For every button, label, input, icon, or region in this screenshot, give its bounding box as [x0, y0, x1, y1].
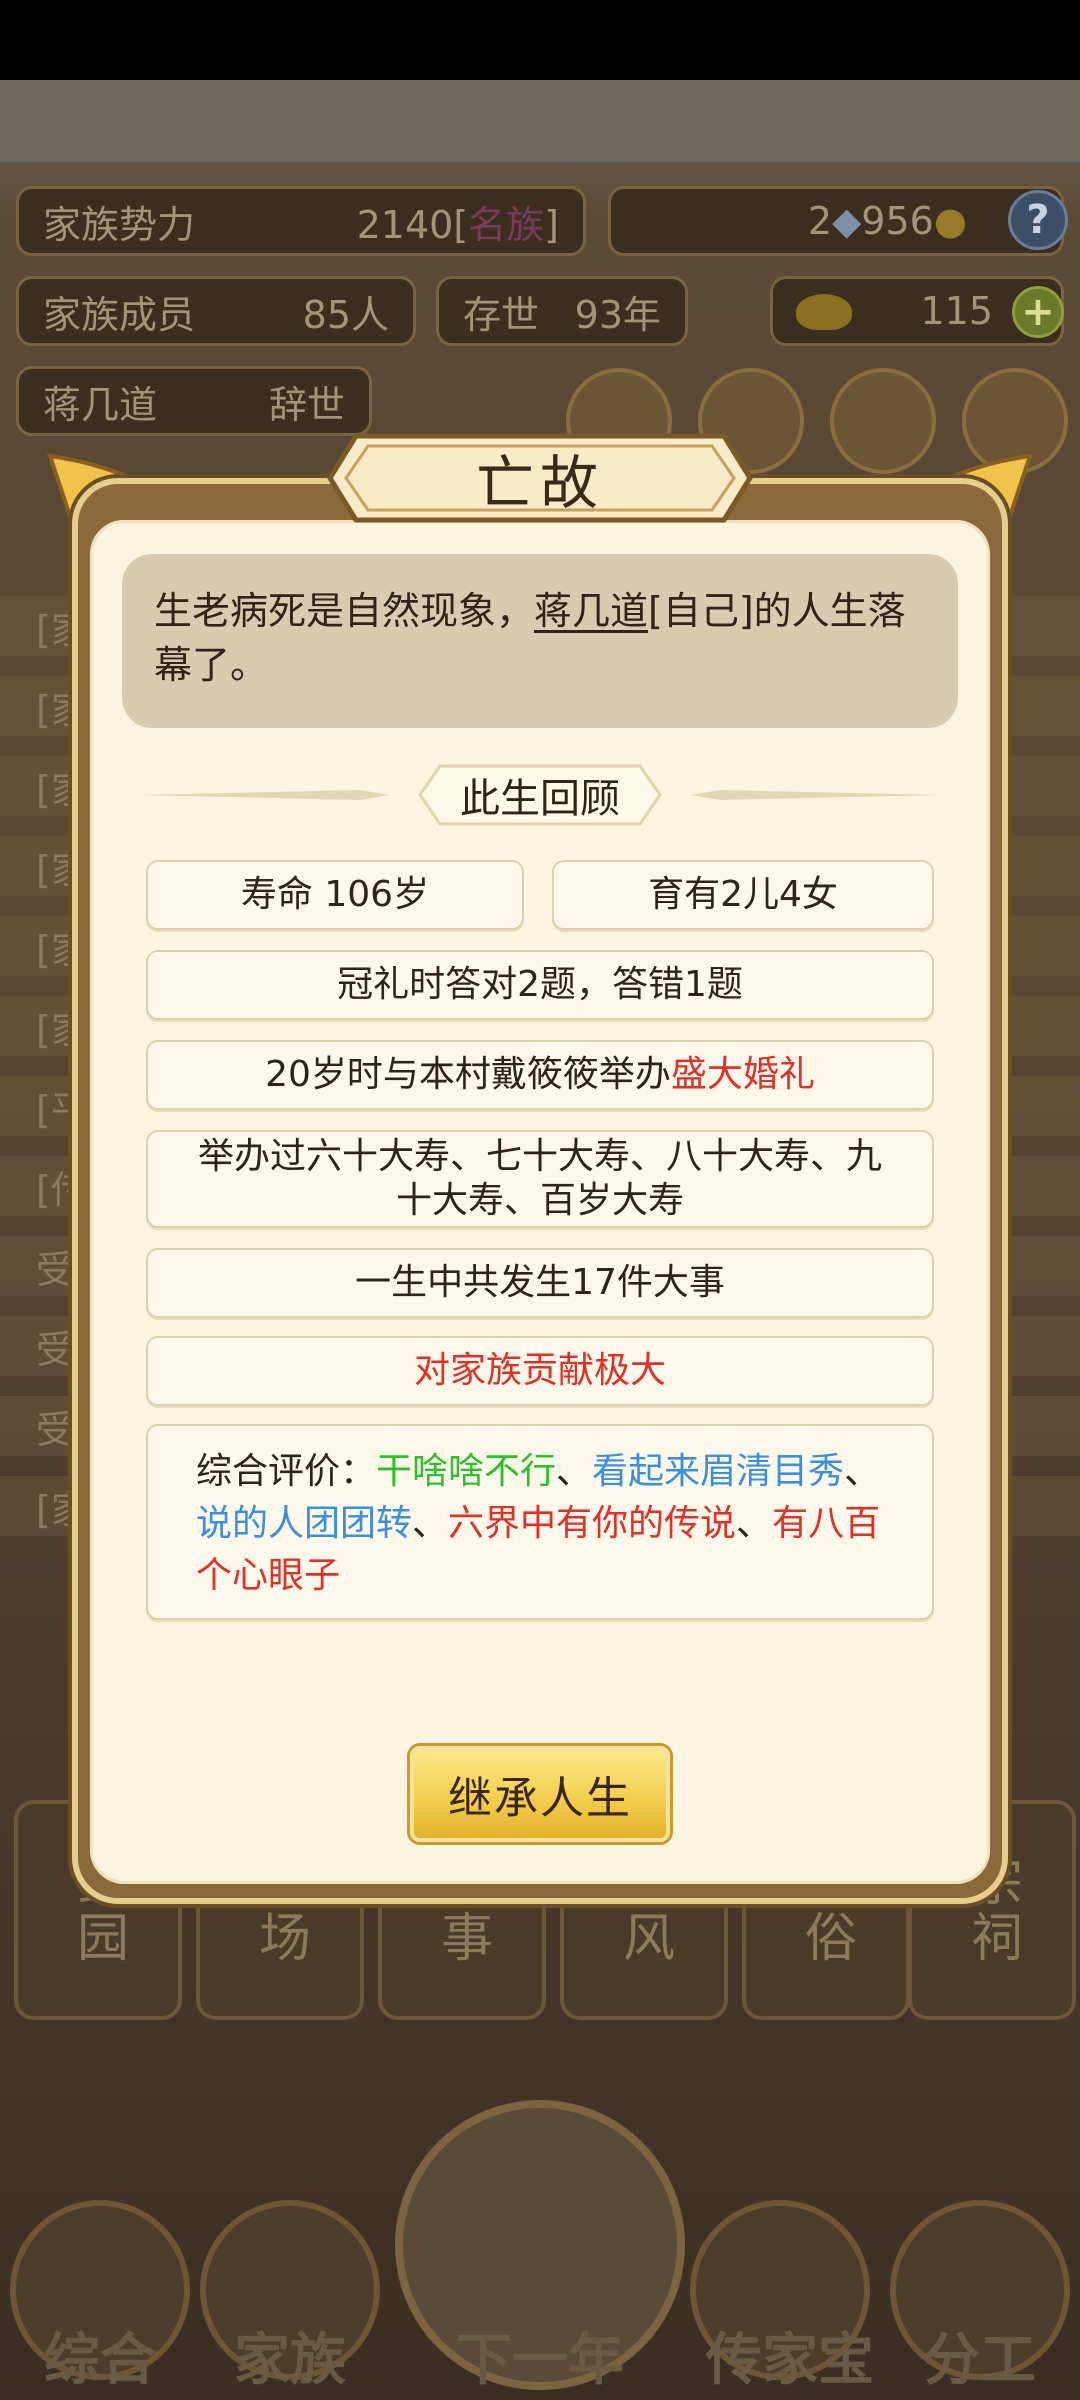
currency-value-group: 2◆956●: [808, 199, 967, 243]
gold-ingot-icon: [796, 294, 852, 330]
marriage-text: 20岁时与本村戴筱筱举办: [265, 1054, 671, 1095]
family-members-value: 85人: [302, 292, 389, 337]
survival-label: 存世: [463, 292, 540, 337]
currency-pill[interactable]: 2◆956●: [608, 186, 1064, 256]
deceased-name-link[interactable]: 蒋几道: [534, 589, 648, 633]
evaluation-separator: 、: [556, 1451, 593, 1492]
help-icon[interactable]: ?: [1008, 190, 1068, 250]
survival-value: 93年: [574, 292, 661, 337]
nav-division-label: 分工: [924, 2328, 1036, 2393]
evaluation-label: 综合评价：: [196, 1451, 377, 1492]
family-members-pill[interactable]: 家族成员 85人: [16, 276, 416, 346]
evaluation-trait: 说的人团团转: [196, 1503, 413, 1544]
survival-years-pill: 存世 93年: [436, 276, 688, 346]
birthdays-card: 举办过六十大寿、七十大寿、八十大寿、九十大寿、百岁大寿: [146, 1130, 934, 1228]
patriarch-pill[interactable]: 蒋几道 辞世: [16, 366, 372, 436]
evaluation-separator: 、: [844, 1451, 881, 1492]
family-power-label: 家族势力: [43, 202, 196, 247]
evaluation-separator: 、: [736, 1503, 773, 1544]
patriarch-status: 辞世: [268, 382, 345, 427]
nav-heirloom-label: 传家宝: [706, 2328, 874, 2393]
top-strip: [0, 80, 1080, 162]
intro-text-before: 生老病死是自然现象，: [154, 589, 535, 633]
contribution-card: 对家族贡献极大: [146, 1336, 934, 1406]
nav-next-year-label: 下一年: [456, 2328, 624, 2393]
evaluation-separator: 、: [412, 1503, 449, 1544]
status-bar: [0, 0, 1080, 80]
evaluation-trait: 看起来眉清目秀: [592, 1451, 845, 1492]
ingot-icon: ◆: [832, 199, 862, 243]
coming-of-age-card: 冠礼时答对2题，答错1题: [146, 950, 934, 1020]
nav-family-label: 家族: [234, 2328, 346, 2393]
dialog-title: 亡故: [475, 449, 604, 517]
currency-value-2: 956: [861, 199, 934, 243]
lifespan-card: 寿命 106岁: [146, 860, 524, 930]
add-gold-icon[interactable]: +: [1012, 286, 1064, 338]
marriage-card: 20岁时与本村戴筱筱举办 盛大婚礼: [146, 1040, 934, 1110]
children-card: 育有2儿4女: [552, 860, 934, 930]
events-card: 一生中共发生17件大事: [146, 1248, 934, 1318]
marriage-highlight: 盛大婚礼: [670, 1054, 815, 1095]
currency-value: 2: [807, 199, 833, 243]
evaluation-trait: 六界中有你的传说: [448, 1503, 737, 1544]
family-members-label: 家族成员: [43, 292, 196, 337]
death-intro: 生老病死是自然现象，蒋几道[自己]的人生落幕了。: [122, 554, 958, 728]
evaluation-card: 综合评价：干啥啥不行、看起来眉清目秀、说的人团团转、六界中有你的传说、有八百个心…: [146, 1424, 934, 1620]
life-review-heading: 此生回顾: [460, 776, 620, 822]
coin-icon: ●: [933, 199, 967, 243]
gold-value: 115: [920, 289, 993, 333]
family-power-pill[interactable]: 家族势力 2140[名族]: [16, 186, 586, 256]
nav-overview-label: 综合: [44, 2328, 156, 2393]
family-power-tag: 名族: [468, 202, 545, 247]
family-power-value-group: 2140[名族]: [356, 202, 559, 247]
inherit-life-button[interactable]: 继承人生: [410, 1746, 670, 1842]
evaluation-trait: 干啥啥不行: [376, 1451, 557, 1492]
patriarch-name: 蒋几道: [43, 382, 158, 427]
family-power-value: 2140: [356, 202, 454, 247]
